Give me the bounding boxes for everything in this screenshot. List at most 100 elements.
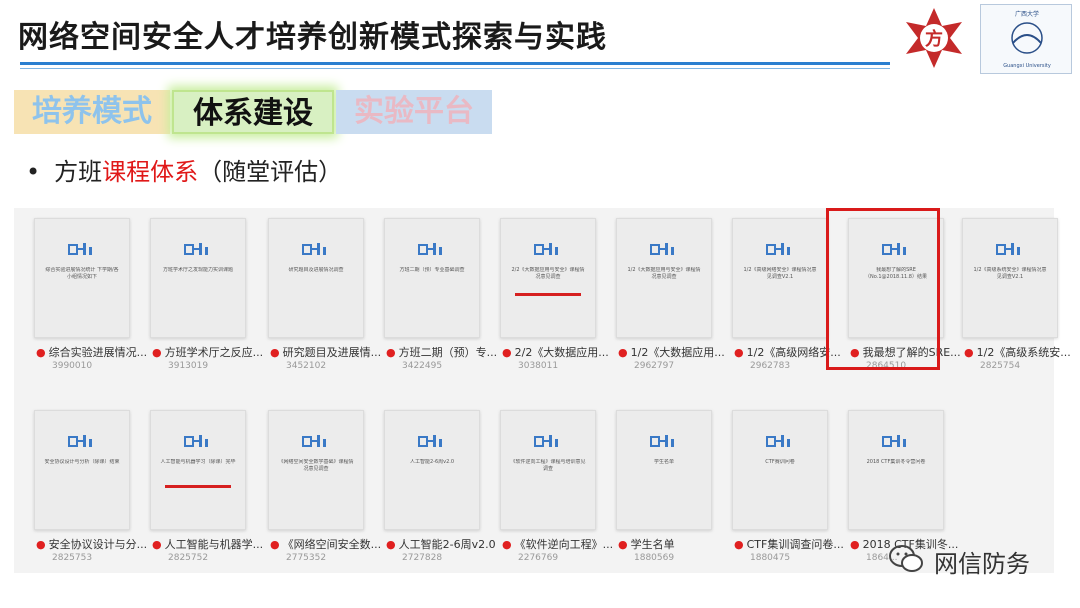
survey-title-text: 2/2《大数据应用... <box>514 346 609 359</box>
survey-logo-icon <box>882 435 906 447</box>
survey-count: 2962797 <box>634 361 675 371</box>
status-dot-icon: ● <box>850 538 860 551</box>
survey-thumbnail[interactable]: 1/2《高级网络安全》课程情况意见调查V2.1 <box>732 218 828 338</box>
status-dot-icon: ● <box>270 538 280 551</box>
survey-logo-icon <box>418 435 442 447</box>
survey-thumbnail[interactable]: 《软件逆向工程》课程与培训意见调查 <box>500 410 596 530</box>
survey-count: 2825753 <box>52 553 93 563</box>
survey-card[interactable]: 人工智能2-6周v2.0 ● 人工智能2-6周v2.0 2727828 <box>376 404 496 569</box>
survey-title-text: 方班学术厅之反应... <box>164 346 262 359</box>
survey-title[interactable]: ● 人工智能与机器学... <box>152 536 262 552</box>
survey-card[interactable]: 学生名单 ● 学生名单 1880569 <box>608 404 726 569</box>
logo-text-top: 广西大学 <box>1014 11 1039 18</box>
status-dot-icon: ● <box>386 538 396 551</box>
header-rule-thin <box>20 68 890 69</box>
survey-count: 3990010 <box>52 361 93 371</box>
thumbnail-text: 学生名单 <box>653 459 674 465</box>
survey-title[interactable]: ● 《网络空间安全数... <box>270 536 380 552</box>
survey-logo-icon <box>650 435 674 447</box>
survey-thumbnail[interactable]: 研究题目及进展情况调查 <box>268 218 364 338</box>
survey-thumbnail[interactable]: 2/2《大数据应用与安全》课程情况意见调查 <box>500 218 596 338</box>
survey-title-text: 人工智能2-6周v2.0 <box>398 538 496 551</box>
survey-thumbnail[interactable]: 方班学术厅之发现能力实训课题 <box>150 218 246 338</box>
survey-title[interactable]: ● CTF集训调查问卷... <box>734 536 844 552</box>
survey-thumbnail[interactable]: 人工智能与机器学习（除课）完毕 <box>150 410 246 530</box>
survey-logo-icon <box>766 243 790 255</box>
survey-logo-icon <box>650 243 674 255</box>
survey-title[interactable]: ● 1/2《大数据应用... <box>618 344 728 360</box>
survey-thumbnail[interactable]: 2018 CTF集训冬令营问卷 <box>848 410 944 530</box>
survey-thumbnail[interactable]: 安全协议设计与分析（除课）结束 <box>34 410 130 530</box>
survey-count: 3452102 <box>286 361 327 371</box>
tab-training-mode[interactable]: 培养模式 <box>14 90 170 134</box>
survey-title[interactable]: ● 2/2《大数据应用... <box>502 344 612 360</box>
survey-card[interactable]: 《软件逆向工程》课程与培训意见调查 ● 《软件逆向工程》... 2276769 <box>492 404 612 569</box>
survey-card[interactable]: 方班二期（预）专业基础调查 ● 方班二期（预）专... 3422495 <box>376 212 496 377</box>
survey-card[interactable]: 1/2《大数据应用与安全》课程情况意见调查 ● 1/2《大数据应用... 296279… <box>608 212 726 377</box>
survey-logo-icon <box>302 243 326 255</box>
survey-card[interactable]: 2/2《大数据应用与安全》课程情况意见调查 ● 2/2《大数据应用... 303801… <box>492 212 610 377</box>
tab-lab-platform[interactable]: 实验平台 <box>336 90 492 134</box>
bullet-highlight: 课程体系 <box>102 158 199 186</box>
status-dot-icon: ● <box>152 538 162 551</box>
watermark-text: 网信防务 <box>934 550 1030 578</box>
survey-card[interactable]: 安全协议设计与分析（除课）结束 ● 安全协议设计与分... 2825753 <box>26 404 146 569</box>
survey-count: 2825754 <box>980 361 1021 371</box>
survey-count: 2276769 <box>518 553 559 563</box>
survey-thumbnail[interactable]: 1/2《大数据应用与安全》课程情况意见调查 <box>616 218 712 338</box>
survey-card[interactable]: 方班学术厅之发现能力实训课题 ● 方班学术厅之反应... 3913019 <box>142 212 262 377</box>
survey-logo-icon <box>184 435 208 447</box>
status-dot-icon: ● <box>964 346 974 359</box>
status-dot-icon: ● <box>152 346 162 359</box>
survey-title-text: 安全协议设计与分... <box>48 538 146 551</box>
tab-system-building[interactable]: 体系建设 <box>172 90 334 134</box>
survey-logo-icon <box>534 435 558 447</box>
survey-card[interactable]: CTF赛训问卷 ● CTF集训调查问卷... 1880475 <box>724 404 844 569</box>
thumbnail-bar <box>165 485 231 488</box>
survey-title[interactable]: ● 安全协议设计与分... <box>36 536 146 552</box>
thumbnail-text: 1/2《大数据应用与安全》课程情况意见调查 <box>627 267 701 280</box>
thumbnail-text: 《网络空间安全数学基础》课程情况意见调查 <box>278 459 354 472</box>
survey-thumbnail[interactable]: 《网络空间安全数学基础》课程情况意见调查 <box>268 410 364 530</box>
header-rule <box>20 62 890 65</box>
survey-count: 2727828 <box>402 553 443 563</box>
emblem-icon <box>1011 22 1043 54</box>
survey-thumbnail[interactable]: 人工智能2-6周v2.0 <box>384 410 480 530</box>
survey-thumbnail[interactable]: 1/2《高级系统安全》课程情况意见调查V2.1 <box>962 218 1058 338</box>
thumbnail-text: 2/2《大数据应用与安全》课程情况意见调查 <box>511 267 585 280</box>
survey-card[interactable]: 1/2《高级网络安全》课程情况意见调查V2.1 ● 1/2《高级网络安... 2962… <box>724 212 842 377</box>
thumbnail-text: 研究题目及进展情况调查 <box>288 267 344 273</box>
survey-title[interactable]: ● 学生名单 <box>618 536 728 552</box>
bullet-line: • 方班课程体系（随堂评估） <box>26 152 342 187</box>
bullet-dot: • <box>26 158 41 186</box>
survey-title-text: CTF集训调查问卷... <box>746 538 844 551</box>
survey-card[interactable]: 1/2《高级系统安全》课程情况意见调查V2.1 ● 1/2《高级系统安... 2825… <box>954 212 1072 377</box>
survey-count: 3422495 <box>402 361 443 371</box>
survey-thumbnail[interactable]: 学生名单 <box>616 410 712 530</box>
survey-card[interactable]: 研究题目及进展情况调查 ● 研究题目及进展情... 3452102 <box>260 212 380 377</box>
survey-title[interactable]: ● 人工智能2-6周v2.0 <box>386 536 496 552</box>
survey-thumbnail[interactable]: CTF赛训问卷 <box>732 410 828 530</box>
thumbnail-text: 综合实验进展情况统计 下学期/各小组情况如下 <box>45 267 119 280</box>
survey-title[interactable]: ● 综合实验进展情况... <box>36 344 146 360</box>
survey-title[interactable]: ● 《软件逆向工程》... <box>502 536 612 552</box>
survey-title[interactable]: ● 研究题目及进展情... <box>270 344 380 360</box>
survey-title-text: 《软件逆向工程》... <box>514 538 612 551</box>
fang-logo: 方 <box>906 8 962 68</box>
status-dot-icon: ● <box>270 346 280 359</box>
survey-count: 2962783 <box>750 361 791 371</box>
status-dot-icon: ● <box>502 346 512 359</box>
bullet-suffix: （随堂评估） <box>198 158 343 186</box>
page-title: 网络空间安全人才培养创新模式探索与实践 <box>18 20 607 55</box>
survey-card[interactable]: 《网络空间安全数学基础》课程情况意见调查 ● 《网络空间安全数... 2775352 <box>260 404 380 569</box>
status-dot-icon: ● <box>618 346 628 359</box>
survey-card[interactable]: 综合实验进展情况统计 下学期/各小组情况如下 ● 综合实验进展情况... 399001… <box>26 212 146 377</box>
survey-card[interactable]: 人工智能与机器学习（除课）完毕 ● 人工智能与机器学... 2825752 <box>142 404 262 569</box>
survey-thumbnail[interactable]: 方班二期（预）专业基础调查 <box>384 218 480 338</box>
survey-thumbnail[interactable]: 综合实验进展情况统计 下学期/各小组情况如下 <box>34 218 130 338</box>
thumbnail-text: CTF赛训问卷 <box>765 459 795 465</box>
survey-title[interactable]: ● 方班二期（预）专... <box>386 344 496 360</box>
survey-title[interactable]: ● 方班学术厅之反应... <box>152 344 262 360</box>
thumbnail-text: 方班学术厅之发现能力实训课题 <box>162 267 233 273</box>
survey-title[interactable]: ● 1/2《高级系统安... <box>964 344 1074 360</box>
